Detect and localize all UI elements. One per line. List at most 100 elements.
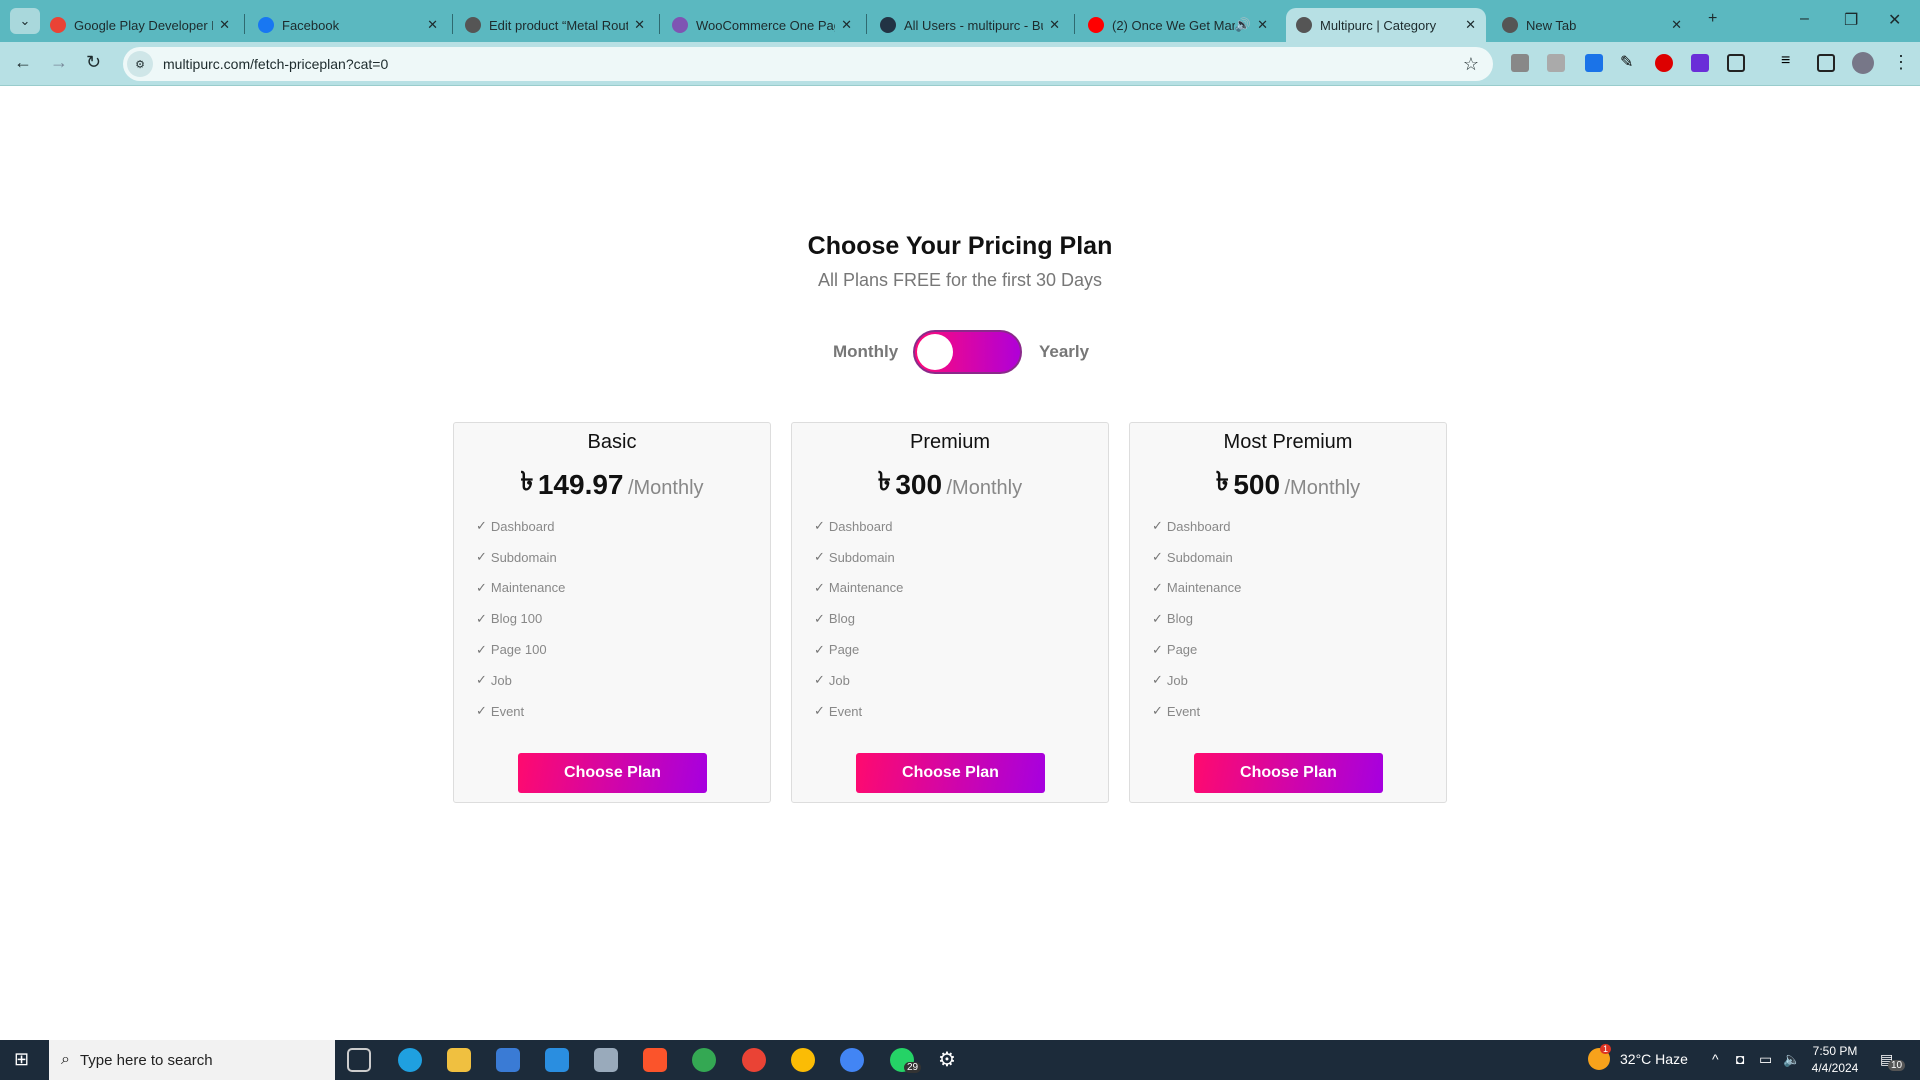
tray-chevron-icon[interactable]: ^ (1712, 1051, 1719, 1067)
tab-close-icon[interactable]: ✕ (634, 17, 645, 33)
address-bar[interactable]: ⚙ multipurc.com/fetch-priceplan?cat=0 ☆ (123, 47, 1493, 81)
feature-label: Job (490, 672, 512, 688)
feature-item: ✓ Event (476, 696, 565, 727)
settings-icon[interactable]: ⚙ (938, 1047, 956, 1072)
feature-item: ✓ Blog (814, 603, 903, 634)
check-icon: ✓ (1152, 579, 1163, 595)
profile-avatar[interactable] (1852, 52, 1874, 74)
chrome-icon[interactable] (742, 1048, 766, 1072)
whatsapp-badge: 29 (904, 1062, 922, 1073)
tab-close-icon[interactable]: ✕ (1049, 17, 1060, 33)
feature-label: Maintenance (828, 580, 904, 596)
weather-text[interactable]: 32°C Haze (1620, 1051, 1688, 1067)
feature-label: Blog (828, 611, 855, 627)
check-icon: ✓ (476, 672, 487, 688)
reload-icon[interactable]: ↻ (86, 52, 101, 73)
meet-icon[interactable]: ◘ (1736, 1051, 1744, 1067)
pricing-card: Premium ৳ 300 /Monthly ✓ Dashboard ✓ Subdom… (791, 422, 1109, 803)
browser-tab[interactable]: New Tab ✕ (1492, 8, 1692, 42)
feature-item: ✓ Job (1152, 665, 1241, 696)
audio-icon[interactable]: 🔊 (1235, 17, 1251, 33)
tab-close-icon[interactable]: ✕ (1671, 17, 1682, 33)
edge-icon[interactable] (398, 1048, 422, 1072)
browser-tab[interactable]: All Users - multipurc - Bui ✕ (870, 8, 1070, 42)
task-view-icon[interactable] (347, 1048, 371, 1072)
tab-close-icon[interactable]: ✕ (427, 17, 438, 33)
tab-close-icon[interactable]: ✕ (1465, 17, 1476, 33)
feature-item: ✓ Blog (1152, 603, 1241, 634)
tab-close-icon[interactable]: ✕ (841, 17, 852, 33)
back-icon[interactable]: ← (14, 52, 32, 73)
browser-tab[interactable]: Facebook ✕ (248, 8, 448, 42)
extension-icon[interactable] (1547, 54, 1565, 72)
feature-item: ✓ Dashboard (476, 511, 565, 542)
toggle-label-monthly[interactable]: Monthly (833, 342, 898, 362)
tab-strip: ⌄ Google Play Developer Pr ✕ Facebook ✕ … (0, 0, 1920, 42)
brave-icon[interactable] (643, 1048, 667, 1072)
tab-favicon-icon (672, 17, 688, 33)
extension-icon[interactable] (1511, 54, 1529, 72)
site-info-icon[interactable]: ⚙ (127, 51, 153, 77)
tab-separator (659, 14, 660, 34)
currency-symbol: ৳ (520, 466, 534, 496)
toggle-label-yearly[interactable]: Yearly (1039, 342, 1089, 362)
tab-title: All Users - multipurc - Bui (904, 17, 1044, 33)
browser-tab[interactable]: Multipurc | Category ✕ (1286, 8, 1486, 42)
choose-plan-button[interactable]: Choose Plan (856, 753, 1045, 793)
volume-icon[interactable]: 🔈 (1783, 1051, 1800, 1068)
feature-item: ✓ Event (1152, 696, 1241, 727)
browser-tab[interactable]: (2) Once We Get Marr 🔊 ✕ (1078, 8, 1278, 42)
feature-label: Maintenance (1166, 580, 1242, 596)
chrome-icon[interactable] (692, 1048, 716, 1072)
tab-close-icon[interactable]: ✕ (1257, 17, 1268, 33)
tab-search-button[interactable]: ⌄ (10, 8, 40, 34)
menu-icon[interactable]: ⋮ (1892, 52, 1910, 73)
extension-icon[interactable] (1691, 54, 1709, 72)
minimize-button[interactable]: – (1800, 10, 1809, 28)
file-explorer-icon[interactable] (447, 1048, 471, 1072)
feature-label: Subdomain (1166, 549, 1233, 565)
taskbar-search[interactable]: ⌕ Type here to search (49, 1040, 335, 1080)
feature-item: ✓ Subdomain (1152, 542, 1241, 573)
extension-icon[interactable] (1585, 54, 1603, 72)
feature-label: Dashboard (490, 518, 555, 534)
check-icon: ✓ (1152, 549, 1163, 565)
network-icon[interactable]: ▭ (1759, 1051, 1772, 1068)
browser-tab[interactable]: WooCommerce One Page ✕ (662, 8, 862, 42)
browser-tab[interactable]: Edit product “Metal Route ✕ (455, 8, 655, 42)
billing-period-toggle[interactable] (913, 330, 1022, 374)
choose-plan-button[interactable]: Choose Plan (518, 753, 707, 793)
media-control-icon[interactable]: ≡ (1781, 52, 1799, 70)
mail-icon[interactable] (545, 1048, 569, 1072)
check-icon: ✓ (814, 641, 825, 657)
restore-button[interactable]: ❐ (1844, 10, 1858, 30)
app-icon[interactable] (594, 1048, 618, 1072)
forward-icon[interactable]: → (50, 52, 68, 73)
chrome-icon[interactable] (791, 1048, 815, 1072)
extension-icon[interactable] (1655, 54, 1673, 72)
bookmark-star-icon[interactable]: ☆ (1463, 54, 1479, 75)
tab-favicon-icon (880, 17, 896, 33)
chrome-icon[interactable] (840, 1048, 864, 1072)
eyedropper-icon[interactable]: ✎ (1620, 52, 1638, 71)
feature-label: Job (1166, 672, 1188, 688)
clock[interactable]: 7:50 PM 4/4/2024 (1808, 1043, 1862, 1077)
windows-start-icon[interactable]: ⊞ (14, 1049, 29, 1070)
store-icon[interactable] (496, 1048, 520, 1072)
tab-separator (452, 14, 453, 34)
check-icon: ✓ (476, 610, 487, 626)
check-icon: ✓ (814, 549, 825, 565)
check-icon: ✓ (1152, 703, 1163, 719)
url-text[interactable]: multipurc.com/fetch-priceplan?cat=0 (163, 56, 388, 72)
tab-close-icon[interactable]: ✕ (219, 17, 230, 33)
extensions-puzzle-icon[interactable] (1727, 54, 1745, 72)
page-subtitle: All Plans FREE for the first 30 Days (817, 270, 1103, 290)
side-panel-icon[interactable] (1817, 54, 1835, 72)
feature-item: ✓ Blog 100 (476, 603, 565, 634)
new-tab-button[interactable]: + (1708, 10, 1717, 28)
page-title: Choose Your Pricing Plan (807, 232, 1113, 260)
close-window-button[interactable]: ✕ (1888, 10, 1901, 30)
choose-plan-button[interactable]: Choose Plan (1194, 753, 1383, 793)
browser-tab[interactable]: Google Play Developer Pr ✕ (40, 8, 240, 42)
price-amount: 500 (1233, 469, 1281, 500)
